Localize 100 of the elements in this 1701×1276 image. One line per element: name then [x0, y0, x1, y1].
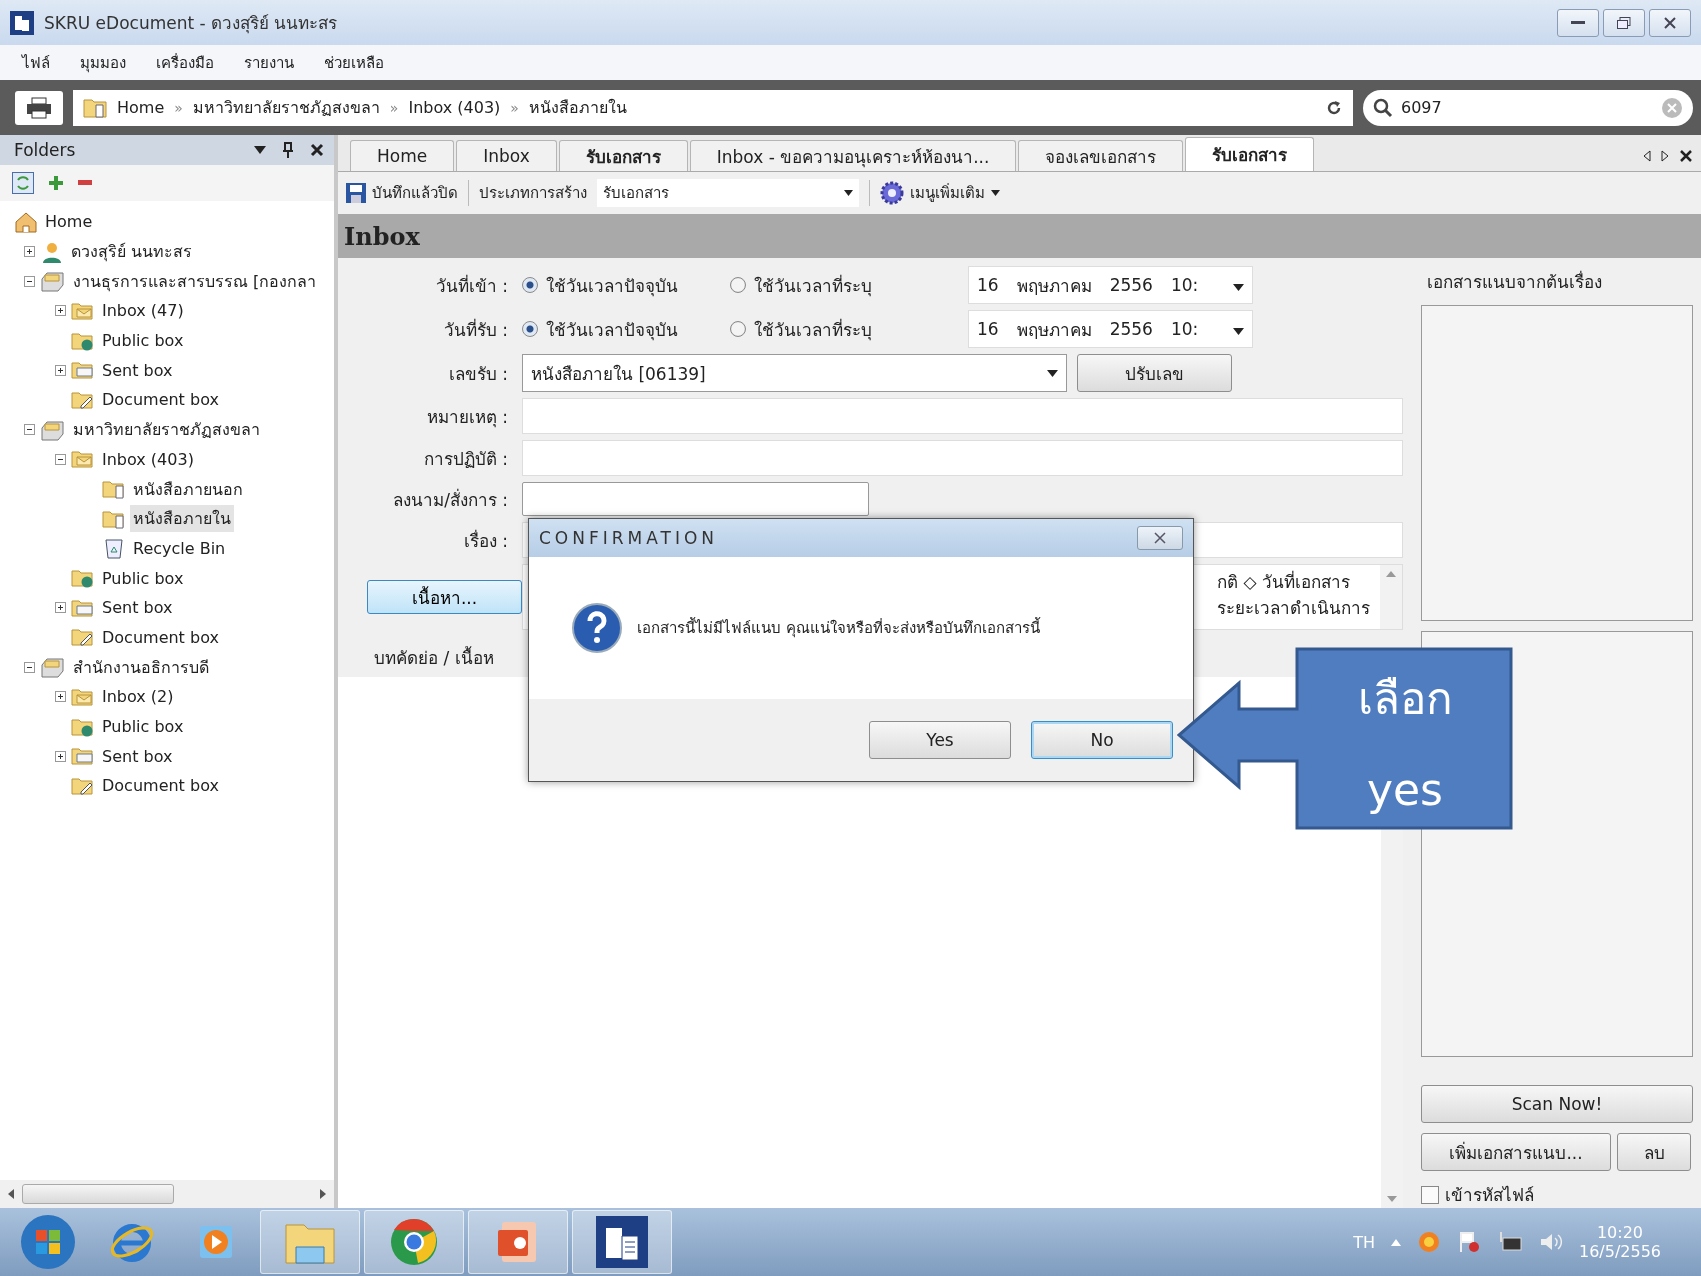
cabinet-icon [40, 269, 66, 294]
adjust-number-button[interactable]: ปรับเลข [1077, 354, 1232, 392]
question-icon [571, 602, 623, 654]
type-combo[interactable]: รับเอกสาร [597, 179, 859, 207]
tab[interactable]: Inbox [456, 140, 557, 171]
expand-icon[interactable] [54, 364, 66, 376]
expand-icon[interactable] [54, 602, 66, 614]
close-icon [1154, 532, 1166, 544]
remove-icon[interactable] [78, 180, 92, 186]
scroll-right-icon[interactable] [1661, 150, 1669, 162]
horizontal-scrollbar[interactable] [0, 1180, 334, 1208]
tree-item[interactable]: สำนักงานอธิการบดี [70, 653, 212, 681]
collapse-icon[interactable] [54, 453, 66, 465]
tree-item[interactable]: Sent box [99, 745, 176, 767]
tree-item[interactable]: Public box [99, 330, 187, 352]
scroll-right-icon[interactable] [320, 1189, 326, 1199]
caret-icon [1233, 328, 1244, 335]
scroll-left-icon[interactable] [1643, 150, 1651, 162]
tree-item[interactable]: Inbox (2) [99, 686, 177, 708]
tree-item[interactable]: Home [42, 211, 96, 233]
menu-item[interactable]: รายงาน [244, 50, 294, 75]
expand-icon[interactable] [23, 246, 35, 258]
scroll-left-icon[interactable] [8, 1189, 14, 1199]
close-icon[interactable] [1679, 149, 1693, 163]
dialog-title: CONFIRMATION [539, 528, 720, 548]
refresh-icon[interactable] [12, 172, 34, 194]
radio-option[interactable]: ใช้วันเวลาปัจจุบัน [522, 315, 720, 343]
tree-item[interactable]: ดวงสุริย์ นนทะสร [68, 238, 196, 266]
tree-item[interactable]: Document box [99, 775, 222, 797]
text-field[interactable] [522, 440, 1403, 476]
add-icon[interactable] [48, 175, 64, 191]
radio-option[interactable]: ใช้วันเวลาที่ระบุ [730, 271, 910, 299]
menu-item[interactable]: ไฟล์ [22, 50, 50, 75]
print-button[interactable] [15, 90, 63, 125]
type-label: ประเภทการสร้าง [479, 183, 587, 204]
document-app-icon[interactable] [596, 1216, 648, 1268]
breadcrumb-item[interactable]: Home [117, 98, 165, 117]
window-title: SKRU eDocument - ดวงสุริย์ นนทะสร [44, 12, 338, 36]
tree-item[interactable]: Sent box [99, 359, 176, 381]
encrypt-checkbox[interactable]: เข้ารหัสไฟล์ [1421, 1181, 1693, 1208]
refresh-icon[interactable] [1325, 98, 1343, 117]
collapse-icon[interactable] [23, 661, 35, 673]
tree-item[interactable]: หนังสือภายนอก [130, 475, 246, 503]
tab[interactable]: รับเอกสาร [558, 140, 688, 171]
menu-item[interactable]: เครื่องมือ [156, 50, 214, 75]
dialog-button[interactable]: Yes [869, 721, 1011, 759]
tab[interactable]: จองเลขเอกสาร [1018, 140, 1184, 171]
radio-option[interactable]: ใช้วันเวลาที่ระบุ [730, 315, 910, 343]
content-button[interactable]: เนื้อหา... [367, 580, 522, 614]
tree-item[interactable]: Sent box [99, 597, 176, 619]
delete-button[interactable]: ลบ [1617, 1133, 1691, 1171]
breadcrumb-item[interactable]: Inbox (403) [408, 98, 501, 117]
date-picker[interactable]: 16 พฤษภาคม 2556 10: [968, 310, 1253, 348]
save-close-button[interactable]: บันทึกแล้วปิด [346, 181, 458, 205]
field-label: การปฏิบัติ : [422, 447, 508, 471]
tree-item[interactable]: Recycle Bin [130, 537, 229, 559]
close-button[interactable] [1137, 526, 1183, 550]
tree-item[interactable]: มหาวิทยาลัยราชภัฏสงขลา [70, 416, 263, 444]
tab[interactable]: Inbox - ขอความอนุเคราะห์ห้องนา... [689, 140, 1017, 171]
collapse-icon[interactable] [23, 275, 35, 287]
breadcrumb-bar[interactable]: Home » มหาวิทยาลัยราชภัฏสงขลา » Inbox (403) » หนังสือภายใน [73, 89, 1353, 126]
sign-combo[interactable] [522, 482, 869, 516]
pin-icon[interactable] [282, 142, 294, 158]
tree-item[interactable]: Inbox (403) [99, 448, 197, 470]
start-orb-icon[interactable] [20, 1214, 76, 1270]
tree-item[interactable]: หนังสือภายใน [130, 505, 234, 533]
more-menu-button[interactable]: เมนูเพิ่มเติม [880, 181, 1000, 205]
dialog-button[interactable]: No [1031, 721, 1173, 759]
tree-item[interactable]: Inbox (47) [99, 300, 187, 322]
date-picker[interactable]: 16 พฤษภาคม 2556 10: [968, 266, 1253, 304]
text-field[interactable] [522, 398, 1403, 434]
scroll-up-icon[interactable] [1386, 571, 1396, 577]
menu-item[interactable]: ช่วยเหลือ [324, 50, 384, 75]
restore-button[interactable] [1603, 8, 1645, 37]
number-combo[interactable]: หนังสือภายใน [06139] [522, 354, 1067, 392]
tree-item[interactable]: Document box [99, 626, 222, 648]
breadcrumb-item[interactable]: มหาวิทยาลัยราชภัฏสงขลา [192, 95, 380, 120]
expand-icon[interactable] [54, 691, 66, 703]
tree-item[interactable]: Document box [99, 389, 222, 411]
dropdown-icon[interactable] [254, 146, 266, 154]
tree-item[interactable]: งานธุรการและสารบรรณ [กองกลา [70, 267, 320, 295]
add-attachment-button[interactable]: เพิ่มเอกสารแนบ... [1421, 1133, 1611, 1171]
tree-item[interactable]: Public box [99, 716, 187, 738]
expand-icon[interactable] [54, 750, 66, 762]
expand-icon[interactable] [54, 305, 66, 317]
collapse-icon[interactable] [23, 424, 35, 436]
close-icon[interactable] [310, 143, 324, 157]
chrome-browser-icon[interactable] [389, 1217, 439, 1267]
close-button[interactable] [1649, 8, 1691, 37]
tab[interactable]: รับเอกสาร [1185, 137, 1315, 171]
tab[interactable]: Home [350, 140, 455, 171]
search-field[interactable]: 6097 [1363, 89, 1693, 126]
scroll-down-icon[interactable] [1387, 1196, 1397, 1202]
menu-item[interactable]: มุมมอง [80, 50, 126, 75]
radio-option[interactable]: ใช้วันเวลาปัจจุบัน [522, 271, 720, 299]
tree-item[interactable]: Public box [99, 567, 187, 589]
minimize-button[interactable] [1557, 8, 1599, 37]
app-icon [10, 10, 34, 35]
scan-button[interactable]: Scan Now! [1421, 1085, 1693, 1123]
breadcrumb-item[interactable]: หนังสือภายใน [528, 95, 627, 120]
